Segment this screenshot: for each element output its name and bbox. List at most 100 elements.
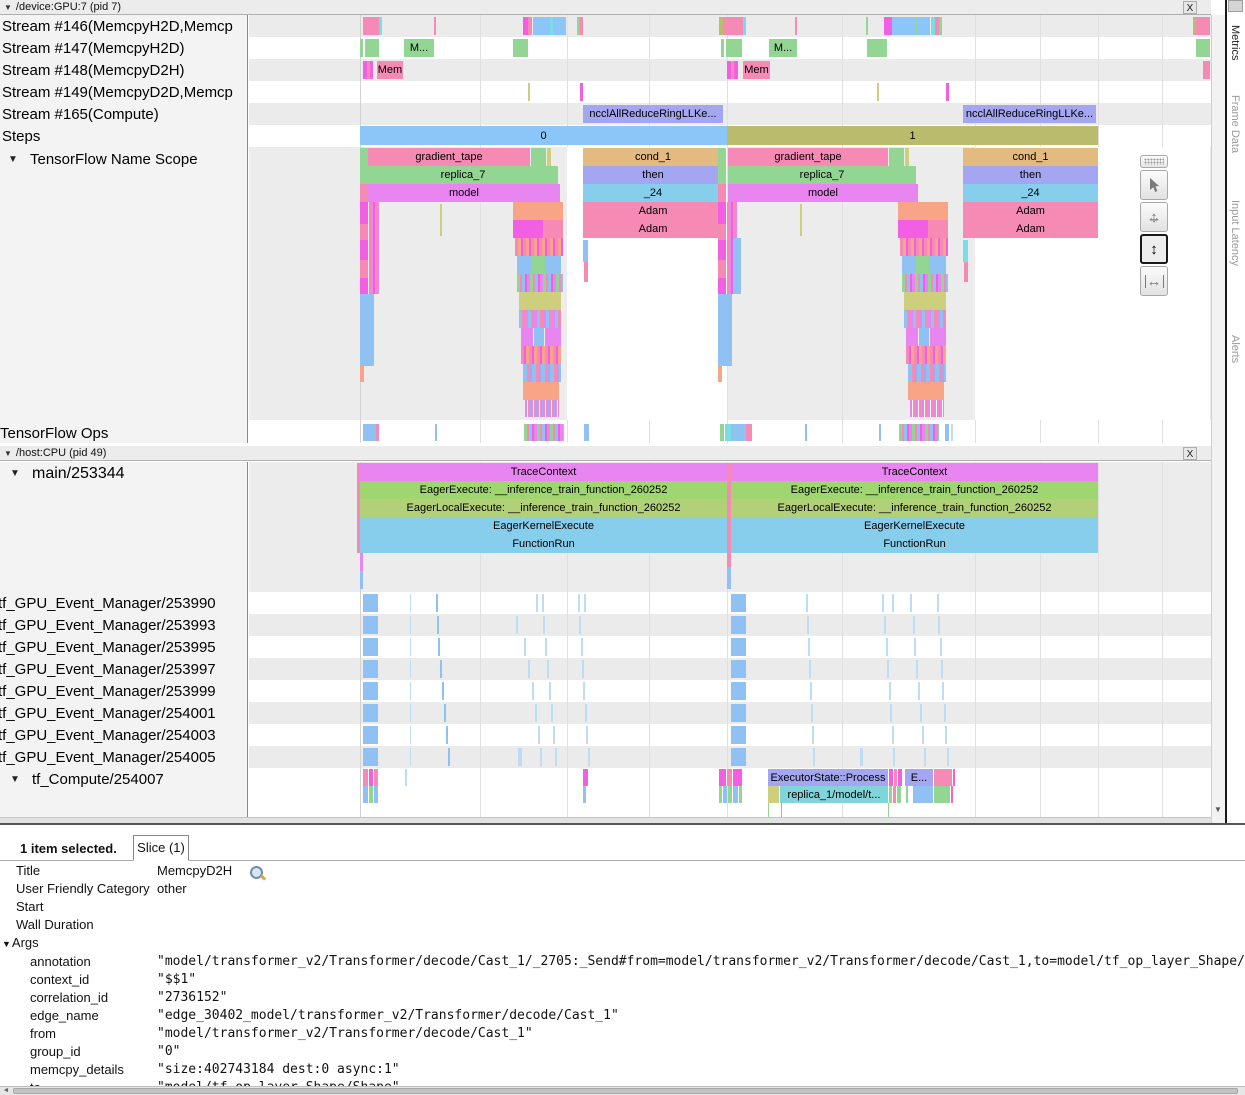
trace-event-bar[interactable] <box>363 682 378 700</box>
side-tab-metrics[interactable]: Metrics <box>1229 25 1241 60</box>
trace-event-bar[interactable] <box>543 220 563 238</box>
trace-event-bar[interactable] <box>811 704 813 722</box>
trace-event-bar[interactable] <box>731 594 746 612</box>
trace-event-bar[interactable] <box>807 616 809 634</box>
trace-event-bar[interactable] <box>553 726 555 744</box>
trace-event-bar[interactable] <box>727 553 731 567</box>
gpu-section-close-button[interactable]: X <box>1183 1 1197 14</box>
trace-event-bar[interactable] <box>918 682 920 700</box>
trace-event-bar[interactable]: FunctionRun <box>731 535 1098 553</box>
trace-event-bar[interactable] <box>531 148 546 166</box>
trace-event-bar[interactable] <box>360 294 374 366</box>
trace-event-bar[interactable] <box>892 726 894 744</box>
trace-event-bar[interactable] <box>734 61 738 79</box>
trace-event-bar[interactable]: 1 <box>727 126 1098 145</box>
trace-event-bar[interactable] <box>545 638 547 656</box>
trace-event-bar[interactable] <box>369 769 373 786</box>
trace-event-bar[interactable] <box>947 748 949 766</box>
trace-event-bar[interactable] <box>519 310 561 328</box>
trace-event-bar[interactable] <box>553 17 566 35</box>
trace-event-bar[interactable] <box>953 769 955 786</box>
trace-event-bar[interactable] <box>363 594 378 612</box>
trace-event-bar[interactable] <box>898 220 928 238</box>
trace-event-bar[interactable] <box>919 328 929 346</box>
trace-event-bar[interactable] <box>543 616 545 634</box>
trace-event-bar[interactable] <box>410 682 411 700</box>
trace-event-bar[interactable] <box>893 748 895 766</box>
trace-event-bar[interactable] <box>913 616 915 634</box>
trace-event-bar[interactable] <box>435 424 437 441</box>
palette-grip[interactable] <box>1140 155 1168 168</box>
trace-event-bar[interactable] <box>363 769 368 786</box>
trace-event-bar[interactable] <box>867 39 887 57</box>
trace-event-bar[interactable]: _24 <box>583 184 723 202</box>
cpu-section-close-button[interactable]: X <box>1183 447 1197 460</box>
trace-event-bar[interactable] <box>515 238 563 256</box>
trace-event-bar[interactable] <box>898 769 902 786</box>
trace-event-bar[interactable] <box>440 204 442 236</box>
trace-event-bar[interactable] <box>584 594 586 612</box>
trace-event-bar[interactable]: replica_1/model/t... <box>780 786 888 803</box>
trace-event-bar[interactable] <box>376 424 379 441</box>
trace-event-bar[interactable] <box>360 240 368 260</box>
trace-event-bar[interactable] <box>812 726 814 744</box>
trace-event-bar[interactable] <box>360 571 363 589</box>
trace-event-bar[interactable]: Mem <box>743 61 770 79</box>
trace-event-bar[interactable] <box>718 240 726 260</box>
trace-event-bar[interactable]: EagerKernelExecute <box>360 517 727 535</box>
trace-event-bar[interactable] <box>914 638 916 656</box>
trace-event-bar[interactable] <box>920 704 922 722</box>
trace-event-bar[interactable] <box>363 424 376 441</box>
trace-event-bar[interactable] <box>860 748 863 766</box>
trace-event-bar[interactable] <box>1196 39 1210 57</box>
trace-event-bar[interactable] <box>410 660 411 678</box>
trace-event-bar[interactable] <box>886 638 888 656</box>
gpu-section-header[interactable]: ▼/device:GPU:7 (pid 7) X <box>0 0 1211 15</box>
trace-event-bar[interactable] <box>410 638 411 656</box>
trace-event-bar[interactable] <box>721 39 724 57</box>
trace-event-bar[interactable] <box>938 616 940 634</box>
tab-slice[interactable]: Slice (1) <box>133 835 189 861</box>
trace-event-bar[interactable] <box>545 256 561 274</box>
trace-event-bar[interactable] <box>584 262 588 282</box>
trace-event-bar[interactable] <box>519 292 561 310</box>
trace-event-bar[interactable] <box>410 726 411 744</box>
trace-event-bar[interactable] <box>363 748 378 766</box>
trace-event-bar[interactable] <box>879 424 881 441</box>
trace-event-bar[interactable] <box>893 786 896 803</box>
trace-event-bar[interactable]: EagerLocalExecute: __inference_train_fun… <box>731 499 1098 517</box>
trace-event-bar[interactable] <box>928 220 948 238</box>
trace-event-bar[interactable] <box>908 382 944 400</box>
trace-event-bar[interactable] <box>379 17 382 35</box>
trace-event-bar[interactable] <box>882 594 884 612</box>
trace-event-bar[interactable] <box>813 748 815 766</box>
trace-event-bar[interactable] <box>743 17 746 35</box>
trace-event-bar[interactable] <box>448 748 450 766</box>
trace-event-bar[interactable] <box>1203 61 1210 79</box>
trace-event-bar[interactable] <box>900 238 948 256</box>
scroll-left-arrow-icon[interactable]: ◄ <box>0 1087 12 1095</box>
trace-event-bar[interactable]: ncclAllReduceRingLLKe... <box>583 105 723 123</box>
trace-event-bar[interactable] <box>904 310 946 328</box>
trace-event-bar[interactable] <box>545 328 561 346</box>
trace-event-bar[interactable] <box>963 240 968 262</box>
trace-event-bar[interactable] <box>726 39 742 57</box>
trace-event-bar[interactable] <box>945 726 947 744</box>
trace-event-bar[interactable] <box>579 616 581 634</box>
collapse-triangle-icon[interactable]: ▼ <box>10 468 20 479</box>
trace-event-bar[interactable] <box>944 704 946 722</box>
trace-event-bar[interactable]: TraceContext <box>360 463 727 481</box>
trace-event-bar[interactable]: FunctionRun <box>360 535 727 553</box>
args-section-header[interactable]: ▼Args <box>2 934 39 952</box>
trace-event-bar[interactable] <box>585 704 587 722</box>
trace-event-bar[interactable] <box>731 424 746 441</box>
trace-event-bar[interactable] <box>718 224 726 240</box>
trace-event-bar[interactable] <box>904 292 946 310</box>
trace-event-bar[interactable] <box>542 594 544 612</box>
trace-event-bar[interactable] <box>410 748 411 766</box>
trace-event-bar[interactable]: EagerExecute: __inference_train_function… <box>731 481 1098 499</box>
trace-event-bar[interactable] <box>513 39 528 57</box>
trace-event-bar[interactable] <box>906 328 918 346</box>
trace-event-bar[interactable] <box>805 424 807 441</box>
trace-event-bar[interactable] <box>718 202 726 224</box>
